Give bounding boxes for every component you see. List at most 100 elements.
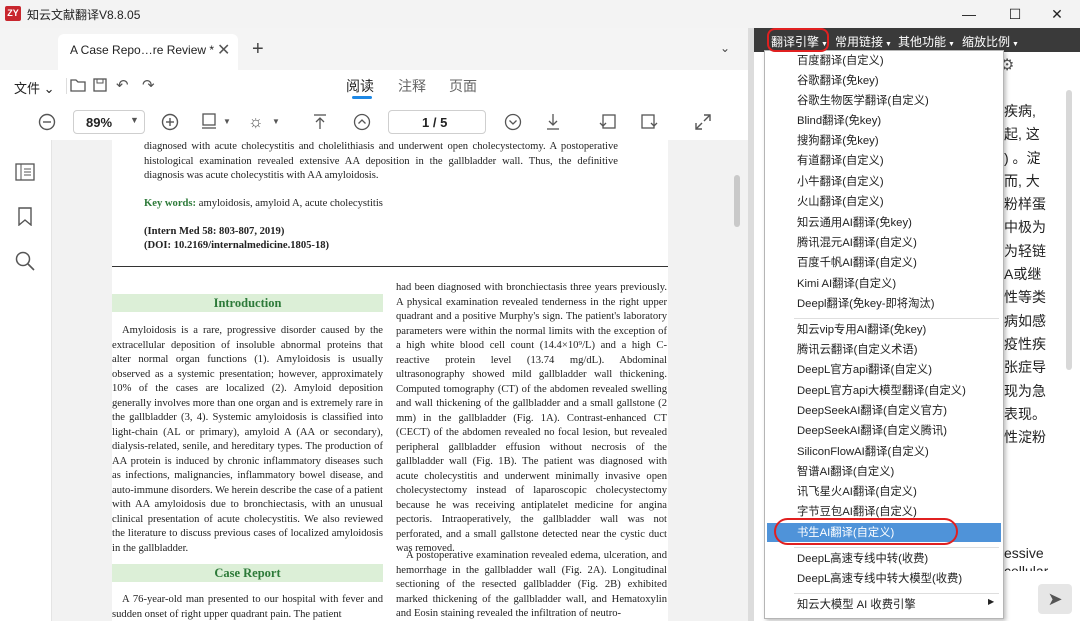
tab-read[interactable]: 阅读 — [346, 76, 374, 96]
search-icon[interactable] — [15, 251, 35, 271]
translation-scrollbar[interactable] — [1066, 90, 1072, 370]
dropdown-separator — [794, 547, 999, 548]
dropdown-item[interactable]: 谷歌生物医学翻译(自定义) — [797, 92, 929, 108]
keywords-value: amyloidosis, amyloid A, acute cholecysti… — [198, 198, 383, 209]
menu-common-links[interactable]: 常用链接 ▼ — [835, 33, 892, 50]
dropdown-item[interactable]: Deepl翻译(免key-即将淘汰) — [797, 295, 934, 311]
case-heading: Case Report — [112, 564, 383, 582]
dropdown-item[interactable]: DeepL高速专线中转大模型(收费) — [797, 570, 962, 586]
chevron-down-icon[interactable]: ▼ — [223, 117, 231, 126]
dropdown-item[interactable]: 知云通用AI翻译(免key) — [797, 214, 912, 230]
dropdown-item[interactable]: 谷歌翻译(免key) — [797, 72, 879, 88]
dropdown-item[interactable]: 知云大模型 AI 收费引擎 — [797, 596, 916, 612]
keywords-label: Key words: — [144, 198, 197, 209]
citation: (Intern Med 58: 803-807, 2019) — [144, 226, 285, 237]
case-text: A 76-year-old man presented to our hospi… — [112, 594, 383, 620]
document-scrollbar[interactable] — [734, 175, 740, 227]
dropdown-separator — [794, 318, 999, 319]
intro-heading: Introduction — [112, 294, 383, 312]
translated-line: 现为急 — [1004, 382, 1046, 399]
dropdown-item[interactable]: DeepSeekAI翻译(自定义官方) — [797, 402, 947, 418]
file-menu[interactable]: 文件 ⌄ — [14, 78, 55, 97]
document-tab-label: A Case Repo…re Review * — [70, 43, 215, 57]
annotation-circle — [767, 28, 829, 52]
dropdown-item[interactable]: 百度千帆AI翻译(自定义) — [797, 254, 917, 270]
fit-page-icon[interactable] — [201, 113, 217, 131]
first-page-icon[interactable] — [312, 113, 328, 131]
dropdown-item[interactable]: DeepL官方api大模型翻译(自定义) — [797, 382, 966, 398]
dropdown-item[interactable]: 字节豆包AI翻译(自定义) — [797, 503, 917, 519]
dropdown-item[interactable]: DeepSeekAI翻译(自定义腾讯) — [797, 422, 947, 438]
translated-line: 性等类 — [1004, 289, 1046, 306]
dropdown-item[interactable]: 腾讯云翻译(自定义术语) — [797, 341, 918, 357]
brightness-icon[interactable]: ☼ — [248, 112, 264, 132]
source-line: cellular — [1004, 563, 1049, 571]
translated-line: ) 。淀 — [1004, 149, 1041, 166]
source-text: essive cellular — [1004, 545, 1048, 571]
title-bar — [0, 0, 1080, 28]
dropdown-item[interactable]: 小牛翻译(自定义) — [797, 173, 884, 189]
column2-text-2: A postoperative examination revealed ede… — [396, 550, 667, 619]
dropdown-item[interactable]: Kimi AI翻译(自定义) — [797, 275, 896, 291]
dropdown-item[interactable]: Blind翻译(免key) — [797, 112, 881, 128]
dropdown-item[interactable]: 腾讯混元AI翻译(自定义) — [797, 234, 917, 250]
translated-line: 中极为 — [1004, 219, 1046, 236]
dropdown-item[interactable]: 智谱AI翻译(自定义) — [797, 463, 894, 479]
dropdown-item[interactable]: 火山翻译(自定义) — [797, 193, 884, 209]
folder-icon[interactable] — [70, 78, 86, 92]
dropdown-item[interactable]: 讯飞星火AI翻译(自定义) — [797, 483, 917, 499]
dropdown-separator — [794, 593, 999, 594]
menu-zoom-scale-label: 缩放比例 — [962, 35, 1011, 49]
annotation-circle — [774, 518, 958, 545]
active-tab-indicator — [352, 96, 372, 99]
dropdown-item[interactable]: 知云vip专用AI翻译(免key) — [797, 321, 926, 337]
maximize-button[interactable]: ☐ — [992, 0, 1038, 28]
translated-line: 为轻链 — [1004, 242, 1046, 259]
dropdown-item[interactable]: DeepL高速专线中转(收费) — [797, 550, 928, 566]
column2-text: had been diagnosed with bronchiectasis t… — [396, 282, 667, 554]
dropdown-item[interactable]: SiliconFlowAI翻译(自定义) — [797, 443, 929, 459]
undo-icon[interactable]: ↶ — [116, 76, 129, 94]
dropdown-item[interactable]: 搜狗翻译(免key) — [797, 132, 879, 148]
zoom-in-icon[interactable] — [161, 113, 179, 131]
new-tab-button[interactable]: + — [252, 38, 264, 61]
menu-common-links-label: 常用链接 — [835, 35, 884, 49]
minimize-button[interactable]: — — [946, 0, 992, 28]
menu-other-functions[interactable]: 其他功能 ▼ — [898, 33, 955, 50]
redo-icon[interactable]: ↷ — [142, 76, 155, 94]
bookmark-icon[interactable] — [17, 207, 33, 226]
page-number: 1 / 5 — [422, 115, 448, 130]
translated-line: 表现。 — [1004, 405, 1046, 422]
zoom-out-icon[interactable] — [38, 113, 56, 131]
menu-zoom-scale[interactable]: 缩放比例 ▼ — [962, 33, 1019, 50]
outline-icon[interactable] — [15, 163, 35, 181]
divider — [112, 266, 668, 267]
intro-text: Amyloidosis is a rare, progressive disor… — [112, 325, 383, 554]
chevron-down-icon[interactable]: ⌄ — [720, 41, 730, 55]
prev-page-icon[interactable] — [353, 113, 371, 131]
rotate-right-icon[interactable] — [640, 113, 658, 131]
next-page-icon[interactable] — [504, 113, 522, 131]
chevron-down-icon[interactable]: ▼ — [272, 117, 280, 126]
translated-line: 病如感 — [1004, 312, 1046, 329]
save-icon[interactable] — [93, 78, 107, 92]
send-button[interactable]: ➤ — [1038, 584, 1072, 614]
tab-close-icon[interactable]: ✕ — [217, 40, 230, 60]
rotate-left-icon[interactable] — [599, 113, 617, 131]
menu-other-functions-label: 其他功能 — [898, 35, 947, 49]
dropdown-item[interactable]: 有道翻译(自定义) — [797, 152, 884, 168]
translated-line: 疫性疾 — [1004, 335, 1046, 352]
app-logo-icon: ZY — [5, 6, 21, 21]
abstract-text: diagnosed with acute cholecystitis and c… — [144, 141, 618, 181]
source-line: essive — [1004, 545, 1044, 561]
fullscreen-icon[interactable] — [694, 113, 712, 131]
tab-annotate[interactable]: 注释 — [398, 76, 426, 96]
dropdown-item[interactable]: DeepL官方api翻译(自定义) — [797, 361, 932, 377]
dropdown-item[interactable]: 百度翻译(自定义) — [797, 52, 884, 68]
window-title: 知云文献翻译V8.8.05 — [27, 8, 141, 22]
close-window-button[interactable]: ✕ — [1034, 0, 1080, 28]
last-page-icon[interactable] — [545, 113, 561, 131]
translated-line: 起, 这 — [1004, 126, 1040, 143]
tab-page[interactable]: 页面 — [449, 76, 477, 96]
translated-line: 粉样蛋 — [1004, 196, 1046, 213]
